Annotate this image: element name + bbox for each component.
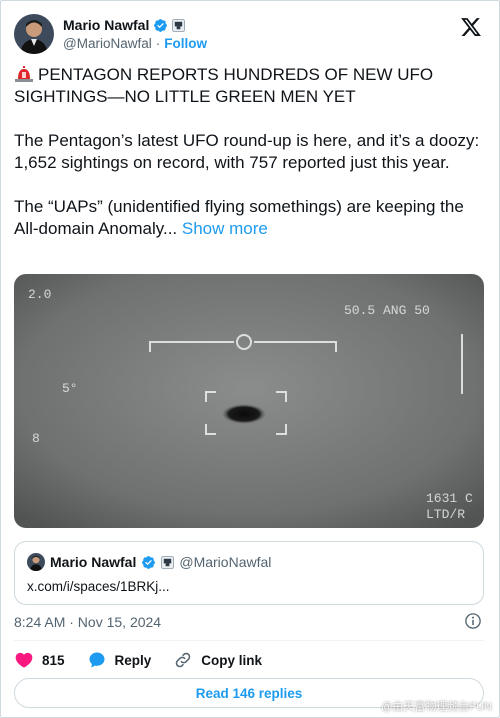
reply-label: Reply [114, 652, 152, 668]
show-more-link[interactable]: Show more [182, 219, 268, 238]
handle-separator: · [155, 36, 161, 51]
quoted-author-handle: @MarioNawfal [179, 554, 272, 570]
hud-bottom-right-1: 1631 C [426, 491, 473, 506]
reply-bubble-icon [89, 652, 105, 668]
divider [14, 640, 484, 641]
tweet-header: Mario Nawfal @MarioNawfal · Follow [14, 12, 486, 56]
quoted-post-header: Mario Nawfal @MarioNawfal [27, 553, 271, 571]
likes-count: 815 [42, 652, 65, 668]
headline-text: PENTAGON REPORTS HUNDREDS OF NEW UFO SIG… [14, 65, 434, 106]
info-icon[interactable] [464, 612, 482, 630]
quoted-post-card[interactable]: Mario Nawfal @MarioNawfal x.com/i/spaces… [14, 541, 484, 605]
hud-left-small: 8 [32, 431, 40, 446]
post-timestamp[interactable]: 8:24 AM · Nov 15, 2024 [14, 614, 161, 630]
follow-button[interactable]: Follow [164, 36, 207, 51]
copy-link-button[interactable]: Copy link [173, 650, 262, 670]
heart-icon [15, 652, 33, 668]
media-image[interactable]: 2.0 50.5 ANG 50 5° 8 1631 C LTD/R [14, 274, 484, 528]
x-logo-icon[interactable] [460, 16, 482, 38]
like-button[interactable]: 815 [14, 650, 65, 670]
hud-left-number: 5° [62, 381, 78, 396]
quoted-affiliate-badge-icon [161, 555, 175, 569]
body-paragraph-1: The Pentagon’s latest UFO round-up is he… [14, 131, 480, 172]
siren-emoji-icon [15, 66, 33, 82]
quoted-author-name: Mario Nawfal [50, 554, 137, 570]
link-icon [176, 652, 191, 668]
affiliate-badge-icon [172, 18, 186, 32]
author-name[interactable]: Mario Nawfal [63, 17, 149, 33]
author-block: Mario Nawfal @MarioNawfal · Follow [63, 17, 207, 51]
headline-paragraph: PENTAGON REPORTS HUNDREDS OF NEW UFO SIG… [14, 64, 484, 108]
watermark: @由天富物理频台FUN [381, 701, 492, 713]
reply-button[interactable]: Reply [87, 650, 152, 670]
copy-link-label: Copy link [201, 652, 263, 668]
action-bar: 815 Reply Copy link [14, 648, 284, 672]
quoted-post-link[interactable]: x.com/i/spaces/1BRKj... [27, 579, 170, 594]
body-paragraph-2: The “UAPs” (unidentified flying somethin… [14, 196, 484, 240]
hud-top-right: 50.5 ANG 50 [344, 303, 430, 318]
hud-bottom-right-2: LTD/R [426, 507, 465, 522]
author-handle[interactable]: @MarioNawfal [63, 36, 152, 51]
hud-top-left: 2.0 [28, 287, 51, 302]
author-avatar[interactable] [14, 14, 54, 54]
quoted-verified-badge-icon [142, 555, 156, 569]
tweet-text: PENTAGON REPORTS HUNDREDS OF NEW UFO SIG… [14, 64, 484, 262]
verified-badge-icon [154, 18, 168, 32]
quoted-author-avatar [27, 553, 45, 571]
